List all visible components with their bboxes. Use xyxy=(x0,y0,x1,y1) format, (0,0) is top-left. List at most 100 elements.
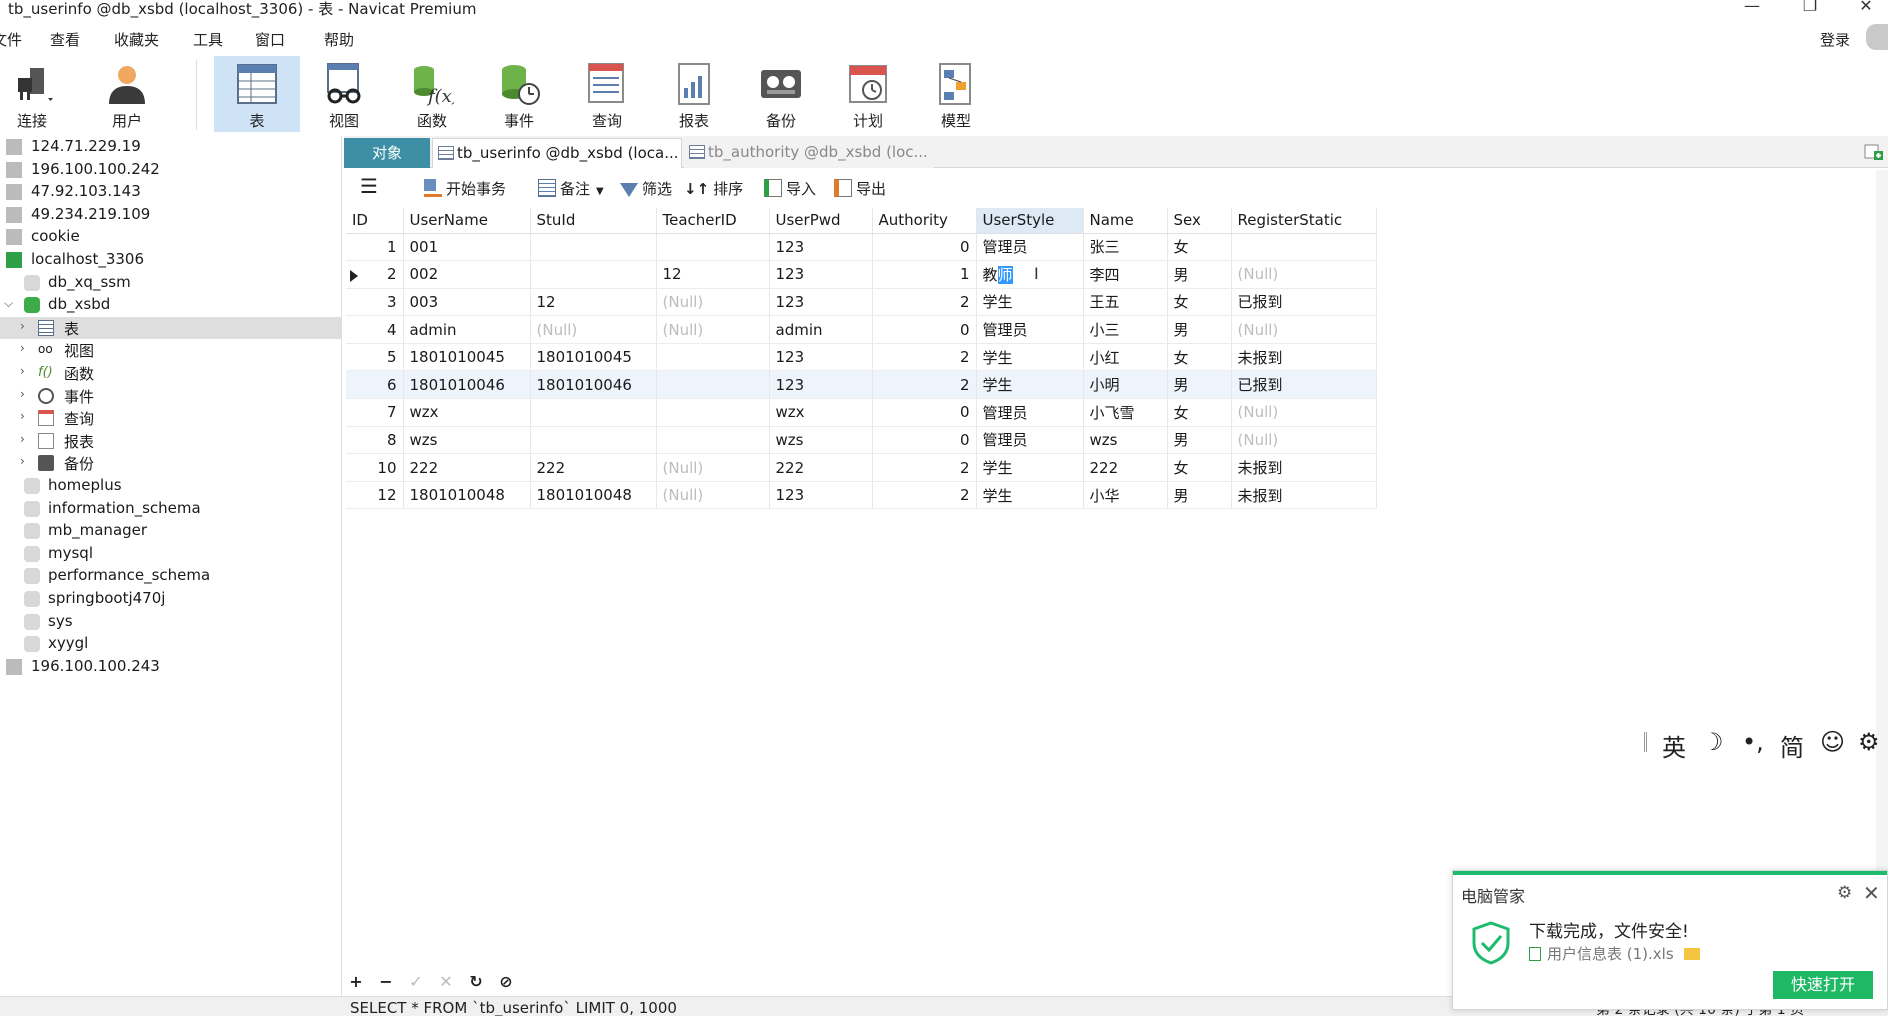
cell-sex[interactable]: 男 xyxy=(1167,260,1232,289)
cell-userstyle[interactable]: 学生 xyxy=(976,453,1084,482)
cell-userstyle[interactable]: 管理员 xyxy=(976,315,1084,344)
cell-username[interactable]: 1801010048 xyxy=(403,481,531,510)
cell-userstyle[interactable]: 管理员 xyxy=(976,426,1084,455)
cell-authority[interactable]: 1 xyxy=(872,260,977,289)
tab-tb-authority[interactable]: tb_authority @db_xsbd (loc... xyxy=(684,138,934,168)
cell-name[interactable]: wzs xyxy=(1083,426,1168,455)
cell-sex[interactable]: 男 xyxy=(1167,426,1232,455)
menu-favorites[interactable]: 收藏夹 xyxy=(114,29,159,50)
cell-sex[interactable]: 女 xyxy=(1167,343,1232,372)
cell-username[interactable]: wzx xyxy=(403,398,531,427)
cell-stuid[interactable] xyxy=(530,398,657,427)
ime-moon-icon[interactable]: ☽ xyxy=(1702,728,1724,756)
table-row[interactable]: 1 001 123 0 管理员 张三女 xyxy=(346,233,1377,262)
tree-item-connection[interactable]: 124.71.229.19 xyxy=(0,136,342,158)
column-header-sex[interactable]: Sex xyxy=(1167,208,1232,234)
cell-name[interactable]: 小红 xyxy=(1083,343,1168,372)
cell-sex[interactable]: 男 xyxy=(1167,315,1232,344)
cell-authority[interactable]: 0 xyxy=(872,398,977,427)
cell-userstyle[interactable]: 学生 xyxy=(976,288,1084,317)
tab-objects[interactable]: 对象 xyxy=(344,138,430,168)
cell-id[interactable]: 12 xyxy=(346,481,404,510)
tree-item-connection-open[interactable]: localhost_3306 xyxy=(0,249,342,271)
import-button[interactable]: 导入 xyxy=(764,178,816,202)
cell-teacherid[interactable]: (Null) xyxy=(656,481,770,510)
cell-authority[interactable]: 0 xyxy=(872,426,977,455)
table-row[interactable]: 7 wzx wzx 0 管理员 小飞雪女 (Null) xyxy=(346,398,1377,427)
cell-teacherid[interactable]: (Null) xyxy=(656,453,770,482)
ime-language-toggle[interactable]: 英 xyxy=(1662,728,1686,763)
cell-stuid[interactable]: 12 xyxy=(530,288,657,317)
tree-item-connection[interactable]: 49.234.219.109 xyxy=(0,204,342,226)
column-header-id[interactable]: ID xyxy=(346,208,404,234)
cell-id[interactable]: 10 xyxy=(346,453,404,482)
memo-button[interactable]: 备注 ▼ xyxy=(538,178,604,202)
cell-registerstatic[interactable]: (Null) xyxy=(1231,398,1377,427)
tree-item-connection[interactable]: cookie xyxy=(0,226,342,248)
cell-teacherid[interactable] xyxy=(656,343,770,372)
gear-icon[interactable]: ⚙ xyxy=(1837,883,1852,903)
chevron-right-icon[interactable]: › xyxy=(20,364,32,378)
chevron-right-icon[interactable]: › xyxy=(20,432,32,446)
export-button[interactable]: 导出 xyxy=(834,178,886,202)
cell-teacherid[interactable] xyxy=(656,398,770,427)
toolbar-table-button[interactable]: 表 xyxy=(214,56,300,132)
cell-userpwd[interactable]: 222 xyxy=(769,453,873,482)
cell-stuid[interactable]: 1801010046 xyxy=(530,370,657,400)
chevron-right-icon[interactable]: › xyxy=(20,387,32,401)
ime-drag-handle[interactable] xyxy=(1644,732,1647,752)
column-header-userstyle[interactable]: UserStyle xyxy=(976,208,1084,234)
cell-userpwd[interactable]: 123 xyxy=(769,481,873,510)
cell-username[interactable]: 002 xyxy=(403,260,531,289)
menu-help[interactable]: 帮助 xyxy=(324,29,354,50)
toolbar-model-button[interactable]: 模型 xyxy=(913,56,999,132)
cell-username[interactable]: 003 xyxy=(403,288,531,317)
toolbar-report-button[interactable]: 报表 xyxy=(651,56,737,132)
cell-userstyle[interactable]: 学生 xyxy=(976,370,1084,400)
tree-item-database[interactable]: mb_manager xyxy=(0,520,342,542)
cell-userpwd[interactable]: wzx xyxy=(769,398,873,427)
cell-username[interactable]: 001 xyxy=(403,233,531,262)
cell-teacherid[interactable]: 12 xyxy=(656,260,770,289)
cell-username[interactable]: 1801010045 xyxy=(403,343,531,372)
cell-authority[interactable]: 0 xyxy=(872,315,977,344)
cell-registerstatic[interactable]: 已报到 xyxy=(1231,288,1377,317)
cell-name[interactable]: 小明 xyxy=(1083,370,1168,400)
cell-userpwd[interactable]: 123 xyxy=(769,233,873,262)
cell-teacherid[interactable] xyxy=(656,426,770,455)
tab-tb-userinfo[interactable]: tb_userinfo @db_xsbd (loca... xyxy=(432,138,682,168)
column-header-username[interactable]: UserName xyxy=(403,208,531,234)
cell-registerstatic[interactable] xyxy=(1231,233,1377,262)
cell-name[interactable]: 小华 xyxy=(1083,481,1168,510)
cell-userstyle[interactable]: 学生 xyxy=(976,343,1084,372)
table-row[interactable]: 3 003 12 (Null) 123 2 学生 王五女已报到 xyxy=(346,288,1377,317)
tree-item-views[interactable]: › oo 视图 xyxy=(0,339,342,361)
toolbar-connect-button[interactable]: 连接 xyxy=(0,56,75,132)
cell-id[interactable]: 3 xyxy=(346,288,404,317)
cell-sex[interactable]: 男 xyxy=(1167,370,1232,400)
cell-username[interactable]: admin xyxy=(403,315,531,344)
table-row[interactable]: 8 wzs wzs 0 管理员 wzs 男 (Null) xyxy=(346,426,1377,455)
cell-sex[interactable]: 女 xyxy=(1167,398,1232,427)
login-link[interactable]: 登录 xyxy=(1820,29,1850,50)
cell-sex[interactable]: 女 xyxy=(1167,288,1232,317)
cell-stuid[interactable] xyxy=(530,260,657,289)
cell-name[interactable]: 小飞雪 xyxy=(1083,398,1168,427)
table-row[interactable]: 10 222 222 (Null) 222 2 学生 222 女未报到 xyxy=(346,453,1377,482)
cell-userpwd[interactable]: admin xyxy=(769,315,873,344)
close-icon[interactable]: ✕ xyxy=(1863,881,1880,905)
cell-stuid[interactable]: 222 xyxy=(530,453,657,482)
cell-userstyle[interactable]: 学生 xyxy=(976,481,1084,510)
cell-userstyle[interactable]: 管理员 xyxy=(976,398,1084,427)
cell-username[interactable]: 1801010046 xyxy=(403,370,531,400)
cell-sex[interactable]: 男 xyxy=(1167,481,1232,510)
tree-item-database[interactable]: xyygl xyxy=(0,633,342,655)
quick-open-button[interactable]: 快速打开 xyxy=(1773,971,1873,999)
table-row[interactable]: 12 1801010048 1801010048 (Null) 123 2 学生 小华男未报到 xyxy=(346,481,1377,510)
cell-authority[interactable]: 2 xyxy=(872,481,977,510)
table-row[interactable]: 5 1801010045 1801010045 123 2 学生 小红女未报到 xyxy=(346,343,1377,372)
menu-hamburger-icon[interactable]: ☰ xyxy=(360,174,378,198)
restore-button[interactable]: ❐ xyxy=(1790,0,1830,16)
cell-username[interactable]: 222 xyxy=(403,453,531,482)
tree-item-backups[interactable]: › 备份 xyxy=(0,452,342,474)
